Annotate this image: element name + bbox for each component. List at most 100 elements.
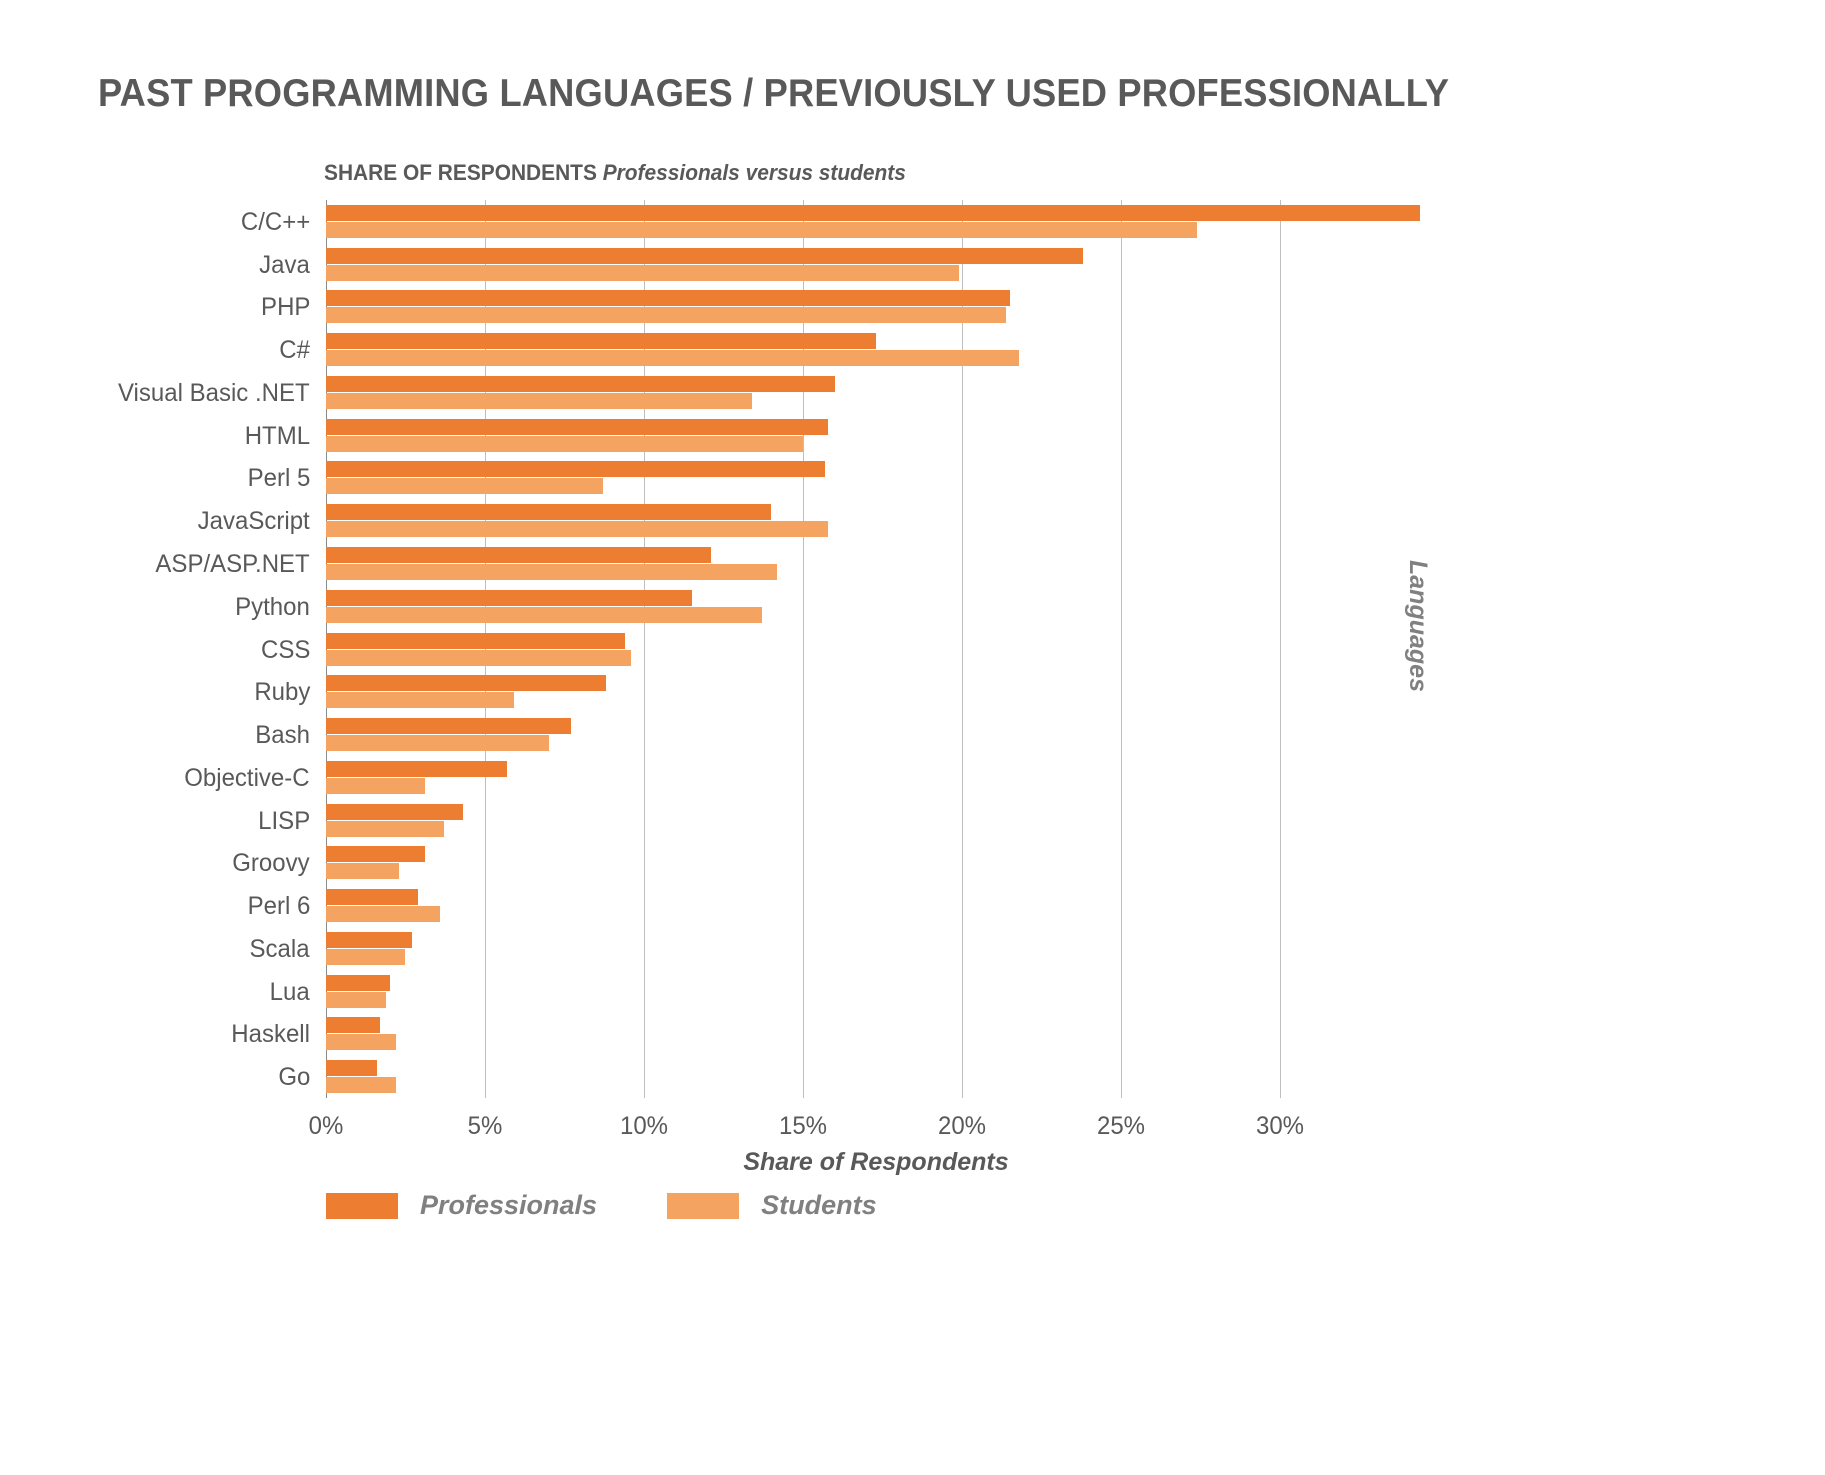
bar-professionals [326,803,463,820]
bar-students [326,820,444,837]
category-label: Haskell [231,1020,310,1049]
legend-item-professionals[interactable]: Professionals [326,1190,597,1221]
bar-group: Java [259,247,1426,281]
legend-item-students[interactable]: Students [667,1190,877,1221]
bar-students [326,478,603,495]
legend-swatch-icon [326,1192,398,1219]
bar-group: Haskell [231,1017,1426,1051]
bar-professionals [326,1017,381,1034]
category-label: HTML [244,421,310,450]
bar-group: Scala [250,931,1426,965]
bar-professionals [326,333,876,350]
bar-professionals [326,760,508,777]
bar-group: Groovy [233,846,1426,880]
chart-legend: Professionals Students [326,1190,877,1221]
category-label: Scala [249,934,310,963]
x-axis-tick-labels: 0% 5% 10% 15% 20% 25% 30% [309,1102,1426,1148]
category-label: Go [277,1063,310,1092]
legend-swatch-icon [667,1192,740,1219]
bar-students [326,777,425,794]
chart-title: PAST PROGRAMMING LANGUAGES / PREVIOUSLY … [98,72,1450,115]
x-axis-tick-label: 15% [778,1112,827,1140]
category-label: Perl 5 [247,464,310,493]
x-axis-title: Share of Respondents [743,1148,1009,1176]
bar-group: Bash [255,718,1426,752]
legend-label: Professionals [420,1190,598,1220]
bar-professionals [326,461,826,478]
bar-professionals [326,675,606,692]
legend-label: Students [761,1190,877,1220]
bar-group: LISP [258,803,1426,837]
bar-group: Objective-C [185,760,1426,794]
x-axis-tick-label: 20% [937,1112,986,1140]
bar-students [326,521,829,538]
category-label: JavaScript [197,507,310,536]
category-label: ASP/ASP.NET [155,549,310,578]
bar-students [326,221,1198,238]
bar-group: Go [278,1060,1426,1094]
bar-group: JavaScript [198,504,1426,538]
bar-group: Perl 6 [247,889,1426,923]
bar-students [326,435,803,452]
bar-students [326,991,387,1008]
bar-students [326,606,762,623]
bar-professionals [326,931,412,948]
x-axis-tick-label: 5% [467,1112,503,1140]
bar-professionals [326,504,772,521]
bar-professionals [326,589,692,606]
bar-professionals [326,1060,377,1077]
bar-group: ASP/ASP.NET [156,546,1426,580]
category-label: Python [235,592,310,621]
category-label: CSS [260,635,310,664]
bar-professionals [326,375,835,392]
y-axis-title: Languages [1404,560,1432,692]
bar-professionals [326,846,425,863]
category-label: Visual Basic .NET [118,378,310,407]
chart-subtitle-strong: SHARE OF RESPONDENTS [324,160,597,185]
chart-subtitle-emphasis: Professionals versus students [602,160,906,185]
bar-professionals [326,974,390,991]
bar-students [326,1034,396,1051]
bar-professionals [326,546,711,563]
bar-group: HTML [245,418,1426,452]
category-label: Java [259,250,310,279]
bar-group: Perl 5 [247,461,1426,495]
category-label: Bash [255,721,310,750]
bar-students [326,649,632,666]
bar-students [326,735,549,752]
bar-group: Lua [270,974,1426,1008]
bar-group: C/C++ [241,204,1426,238]
x-axis-tick-label: 30% [1255,1112,1304,1140]
chart-container: PAST PROGRAMMING LANGUAGES / PREVIOUSLY … [0,0,1825,1475]
bar-professionals [326,204,1420,221]
bar-professionals [326,290,1010,307]
chart-subtitle: SHARE OF RESPONDENTS Professionals versu… [324,160,906,186]
bar-students [326,906,441,923]
category-label: Groovy [232,849,310,878]
bar-group: CSS [261,632,1426,666]
bar-students [326,264,959,281]
bar-students [326,692,514,709]
category-label: Objective-C [184,763,310,792]
bar-students [326,350,1020,367]
bar-group: Python [235,589,1426,623]
x-axis-tick-label: 10% [619,1112,668,1140]
category-label: PHP [260,293,310,322]
bar-group: Visual Basic .NET [118,375,1426,409]
category-label: C/C++ [240,207,310,236]
plot-area: C/C++ Java PHP C# Visual Basic .NET HTML Perl … [118,200,1426,1098]
bar-students [326,948,406,965]
bar-students [326,307,1007,324]
x-axis-tick-label: 0% [308,1112,344,1140]
x-axis-tick-label: 25% [1096,1112,1145,1140]
bar-students [326,863,400,880]
bar-professionals [326,418,829,435]
bar-professionals [326,247,1083,264]
bar-professionals [326,718,571,735]
bar-students [326,1077,396,1094]
category-label: Ruby [253,678,310,707]
bar-students [326,392,752,409]
category-label: C# [279,336,310,365]
bar-professionals [326,889,419,906]
bar-group: PHP [261,290,1426,324]
